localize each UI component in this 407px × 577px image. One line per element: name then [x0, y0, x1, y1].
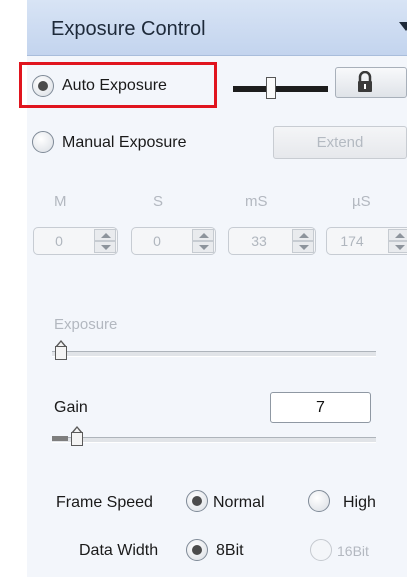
panel-title: Exposure Control	[51, 18, 206, 40]
auto-exposure-level-thumb[interactable]	[266, 77, 276, 99]
lock-icon	[358, 71, 372, 92]
auto-exposure-level-track[interactable]	[233, 86, 328, 92]
data-width-8bit-label: 8Bit	[216, 542, 244, 559]
panel-header[interactable]: Exposure Control	[27, 0, 407, 56]
manual-exposure-label: Manual Exposure	[62, 134, 187, 151]
microseconds-down-arrow[interactable]	[388, 241, 407, 253]
microseconds-value: 174	[340, 233, 364, 249]
frame-speed-high-label: High	[343, 494, 376, 511]
gain-slider-track[interactable]	[52, 437, 376, 443]
milliseconds-down-arrow[interactable]	[292, 241, 314, 253]
manual-exposure-radio[interactable]	[32, 131, 54, 153]
milliseconds-up-arrow[interactable]	[292, 229, 314, 241]
seconds-unit-label: S	[153, 193, 164, 210]
minutes-unit-label: M	[54, 193, 67, 210]
seconds-up-arrow[interactable]	[192, 229, 214, 241]
exposure-label: Exposure	[54, 316, 118, 333]
gain-label: Gain	[54, 399, 88, 416]
minutes-spinner[interactable]: 0	[33, 227, 118, 255]
seconds-down-arrow[interactable]	[192, 241, 214, 253]
exposure-slider-track[interactable]	[52, 351, 376, 357]
microseconds-up-arrow[interactable]	[388, 229, 407, 241]
exposure-slider-thumb[interactable]	[55, 340, 67, 360]
minutes-up-arrow[interactable]	[94, 229, 116, 241]
auto-exposure-label: Auto Exposure	[62, 77, 167, 94]
microseconds-unit-label: µS	[352, 193, 371, 210]
data-width-16bit-radio[interactable]	[310, 539, 332, 561]
gain-value-field[interactable]: 7	[270, 392, 371, 423]
chevron-down-icon[interactable]	[399, 22, 407, 31]
minutes-down-arrow[interactable]	[94, 241, 116, 253]
milliseconds-unit-label: mS	[245, 193, 268, 210]
auto-exposure-radio[interactable]	[32, 75, 54, 97]
milliseconds-spinner[interactable]: 33	[228, 227, 316, 255]
milliseconds-value: 33	[251, 233, 267, 249]
frame-speed-high-radio[interactable]	[308, 490, 330, 512]
minutes-value: 0	[55, 233, 63, 249]
lock-button[interactable]	[335, 67, 407, 98]
extend-button[interactable]: Extend	[273, 126, 407, 159]
data-width-8bit-radio[interactable]	[186, 539, 208, 561]
gain-slider-fill	[52, 436, 69, 441]
microseconds-spinner[interactable]: 174	[326, 227, 407, 255]
frame-speed-label: Frame Speed	[56, 494, 153, 511]
exposure-control-panel: Exposure Control Auto Exposure Manual Ex…	[0, 0, 407, 577]
seconds-value: 0	[153, 233, 161, 249]
gain-slider-thumb[interactable]	[70, 426, 83, 446]
seconds-spinner[interactable]: 0	[131, 227, 216, 255]
frame-speed-normal-label: Normal	[213, 494, 265, 511]
data-width-16bit-label: 16Bit	[337, 543, 369, 559]
frame-speed-normal-radio[interactable]	[186, 490, 208, 512]
data-width-label: Data Width	[79, 542, 159, 559]
